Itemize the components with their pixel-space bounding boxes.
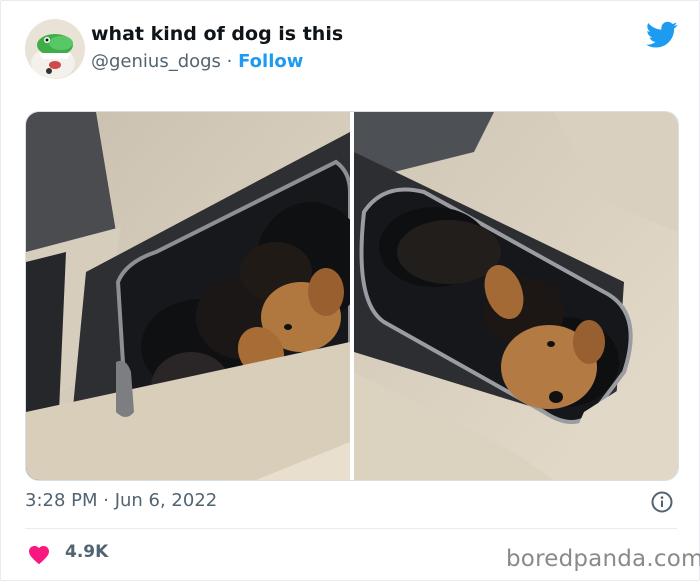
puppy-in-cupholder-photo-2 bbox=[354, 112, 678, 480]
puppy-in-cupholder-photo-1 bbox=[26, 112, 350, 480]
divider bbox=[25, 528, 677, 529]
watermark: boredpanda.com bbox=[506, 546, 700, 572]
avatar-image bbox=[25, 19, 85, 79]
like-count[interactable]: 4.9K bbox=[65, 542, 108, 562]
avatar[interactable] bbox=[25, 19, 85, 79]
tweet-media[interactable] bbox=[25, 111, 679, 481]
separator-dot: · bbox=[220, 51, 239, 72]
handle-row: @genius_dogs · Follow bbox=[91, 51, 303, 72]
user-handle[interactable]: @genius_dogs bbox=[91, 51, 221, 72]
photo-left[interactable] bbox=[26, 112, 350, 480]
twitter-bird-icon[interactable] bbox=[646, 21, 678, 49]
tweet-card: what kind of dog is this @genius_dogs · … bbox=[0, 0, 700, 581]
info-icon[interactable] bbox=[651, 491, 673, 513]
display-name[interactable]: what kind of dog is this bbox=[91, 23, 343, 45]
heart-icon[interactable] bbox=[27, 543, 51, 565]
follow-button[interactable]: Follow bbox=[238, 51, 303, 72]
photo-divider bbox=[350, 112, 354, 480]
photo-right[interactable] bbox=[354, 112, 678, 480]
tweet-timestamp[interactable]: 3:28 PM · Jun 6, 2022 bbox=[25, 490, 217, 511]
